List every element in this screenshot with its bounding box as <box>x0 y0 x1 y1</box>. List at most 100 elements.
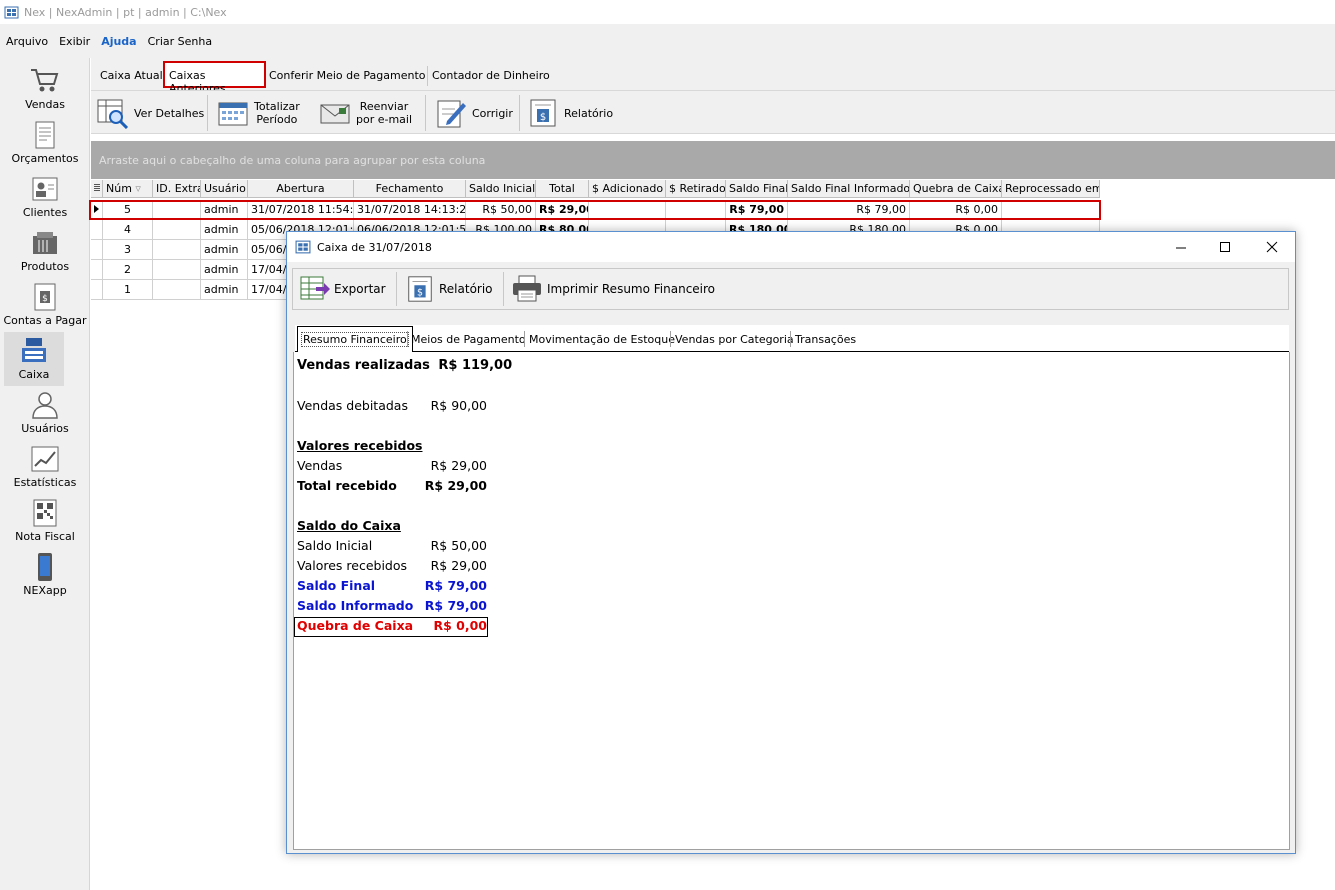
nav-produtos[interactable]: Produtos <box>0 224 90 278</box>
saldo-final-value: R$ 79,00 <box>424 578 487 593</box>
svg-text:$: $ <box>417 288 423 299</box>
filter-icon: ▿ <box>135 182 141 195</box>
vendas-debitadas-label: Vendas debitadas <box>297 398 408 413</box>
cell-usuario[interactable]: admin <box>201 260 248 280</box>
row-indicator[interactable] <box>91 260 103 280</box>
cell-num[interactable]: 2 <box>103 260 153 280</box>
row-indicator[interactable] <box>91 240 103 260</box>
saldo-informado-value: R$ 79,00 <box>424 598 487 613</box>
menu-ajuda[interactable]: Ajuda <box>101 35 136 48</box>
tab-contador-dinheiro[interactable]: Contador de Dinheiro <box>428 66 554 88</box>
menu-arquivo[interactable]: Arquivo <box>6 35 48 48</box>
corrigir-button[interactable]: Corrigir <box>435 95 513 131</box>
maximize-icon[interactable] <box>1219 241 1231 253</box>
report-icon: $ <box>530 99 556 127</box>
cell-usuario[interactable]: admin <box>201 220 248 240</box>
row-indicator[interactable] <box>91 280 103 300</box>
cell-num[interactable]: 4 <box>103 220 153 240</box>
left-nav: Vendas Orçamentos Clientes Produtos $ Co… <box>0 58 90 890</box>
imprimir-resumo-button[interactable]: Imprimir Resumo Financeiro <box>511 272 715 306</box>
total-recebido-label: Total recebido <box>297 478 397 493</box>
app-icon <box>295 240 311 254</box>
dialog-tab-resumo-label: Resumo Financeiro <box>301 332 409 347</box>
chart-line-icon <box>31 446 59 472</box>
nav-estatisticas-label: Estatísticas <box>13 476 77 489</box>
col-header-abertura[interactable]: Abertura <box>248 180 354 198</box>
dialog-tab-resumo-financeiro[interactable]: Resumo Financeiro <box>297 326 413 352</box>
dialog-tab-movimentacao-estoque[interactable]: Movimentação de Estoque <box>529 329 675 351</box>
nav-nexapp-label: NEXapp <box>23 584 67 597</box>
col-header-id-extra[interactable]: ID. Extra <box>153 180 201 198</box>
tab-caixa-atual[interactable]: Caixa Atual <box>96 66 167 88</box>
totalizar-periodo-button[interactable]: Totalizar Período <box>217 95 300 131</box>
cell-id-extra[interactable] <box>153 240 201 260</box>
nav-orcamentos-label: Orçamentos <box>11 152 79 165</box>
group-by-panel[interactable]: Arraste aqui o cabeçalho de uma coluna p… <box>91 141 1335 179</box>
col-header-saldo-final-informado[interactable]: Saldo Final Informado <box>788 180 910 198</box>
nav-caixa[interactable]: Caixa <box>4 332 64 386</box>
cell-id-extra[interactable] <box>153 280 201 300</box>
nav-contas-pagar[interactable]: $ Contas a Pagar <box>0 278 90 332</box>
ver-detalhes-button[interactable]: Ver Detalhes <box>97 95 204 131</box>
vendas-row-label: Vendas <box>297 458 343 473</box>
menu-criar-senha[interactable]: Criar Senha <box>148 35 212 48</box>
col-header-total[interactable]: Total <box>536 180 589 198</box>
col-header-retirado[interactable]: $ Retirado <box>666 180 726 198</box>
document-icon <box>35 121 55 149</box>
cell-id-extra[interactable] <box>153 260 201 280</box>
cash-register-icon <box>22 338 46 362</box>
bill-icon: $ <box>34 283 56 311</box>
grid-column-chooser[interactable] <box>91 180 103 198</box>
app-icon <box>4 6 19 18</box>
dialog-toolbar-separator <box>503 272 504 306</box>
report-icon: $ <box>408 276 432 302</box>
cart-icon <box>31 69 59 92</box>
magnifier-grid-icon <box>97 99 129 129</box>
col-header-num[interactable]: Núm ▿ <box>103 180 153 198</box>
nav-clientes[interactable]: Clientes <box>0 170 90 224</box>
nav-nexapp[interactable]: NEXapp <box>0 548 90 602</box>
edit-document-icon <box>437 100 466 128</box>
dialog-tab-transacoes[interactable]: Transações <box>795 329 856 351</box>
title-bar: Nex | NexAdmin | pt | admin | C:\Nex <box>0 0 1335 24</box>
nav-usuarios[interactable]: Usuários <box>0 386 90 440</box>
totalizar-line2: Período <box>256 113 298 126</box>
minimize-icon[interactable] <box>1175 242 1187 254</box>
calendar-icon <box>218 102 248 126</box>
col-header-saldo-final[interactable]: Saldo Final <box>726 180 788 198</box>
dialog-relatorio-button[interactable]: $ Relatório <box>405 272 493 306</box>
cell-usuario[interactable]: admin <box>201 240 248 260</box>
dialog-tab-meios-pagamento[interactable]: Meios de Pagamento <box>411 329 526 351</box>
nav-estatisticas[interactable]: Estatísticas <box>0 440 90 494</box>
vendas-row: Vendas R$ 29,00 <box>297 458 487 473</box>
col-header-usuario[interactable]: Usuário <box>201 180 248 198</box>
col-header-adicionado[interactable]: $ Adicionado <box>589 180 666 198</box>
valores-recebidos-value: R$ 29,00 <box>430 558 487 573</box>
close-icon[interactable] <box>1266 241 1278 253</box>
dialog-tab-separator <box>407 331 408 347</box>
app-window: Nex | NexAdmin | pt | admin | C:\Nex Arq… <box>0 0 1335 890</box>
col-header-saldo-inicial[interactable]: Saldo Inicial <box>466 180 536 198</box>
valores-recebidos-title: Valores recebidos <box>297 438 423 453</box>
relatorio-button[interactable]: $ Relatório <box>527 95 613 131</box>
cell-num[interactable]: 3 <box>103 240 153 260</box>
cell-id-extra[interactable] <box>153 220 201 240</box>
saldo-informado-row: Saldo Informado R$ 79,00 <box>297 598 487 613</box>
menu-exibir[interactable]: Exibir <box>59 35 90 48</box>
reenviar-label: Reenviar por e-mail <box>356 100 412 126</box>
dialog-tab-vendas-categoria[interactable]: Vendas por Categoria <box>675 329 794 351</box>
tab-conferir-meio-pagamento[interactable]: Conferir Meio de Pagamento <box>265 66 430 88</box>
nav-vendas[interactable]: Vendas <box>0 62 90 116</box>
col-header-reprocessado[interactable]: Reprocessado em <box>1002 180 1100 198</box>
nav-nota-fiscal[interactable]: Nota Fiscal <box>0 494 90 548</box>
exportar-button[interactable]: Exportar <box>300 272 386 306</box>
email-icon <box>320 104 350 124</box>
tab-caixas-anteriores[interactable]: Caixas Anteriores <box>163 61 266 95</box>
nav-orcamentos[interactable]: Orçamentos <box>0 116 90 170</box>
cell-num[interactable]: 1 <box>103 280 153 300</box>
row-indicator[interactable] <box>91 220 103 240</box>
col-header-quebra-caixa[interactable]: Quebra de Caixa <box>910 180 1002 198</box>
cell-usuario[interactable]: admin <box>201 280 248 300</box>
reenviar-email-button[interactable]: Reenviar por e-mail <box>319 95 412 131</box>
col-header-fechamento[interactable]: Fechamento <box>354 180 466 198</box>
